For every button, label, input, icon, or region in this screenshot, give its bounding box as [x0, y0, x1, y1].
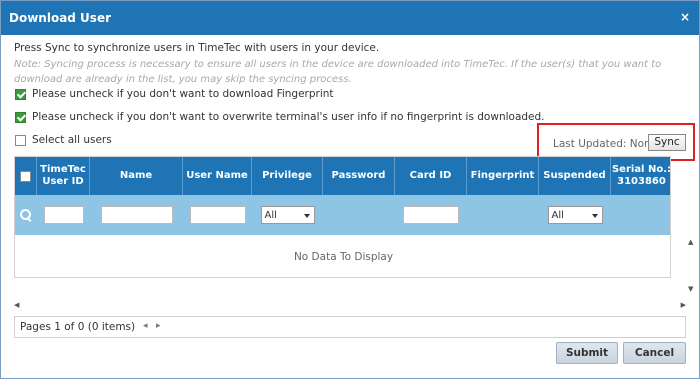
select-all-users-label: Select all users — [32, 134, 112, 146]
header-select-cell — [15, 157, 37, 195]
header-select-all-checkbox[interactable] — [20, 170, 31, 182]
download-fingerprint-checkbox[interactable] — [15, 89, 26, 100]
column-header-suspended[interactable]: Suspended — [539, 157, 611, 195]
pager-info: Pages 1 of 0 (0 items) — [20, 321, 136, 333]
close-icon[interactable]: × — [680, 10, 690, 24]
scroll-down-icon[interactable]: ▼ — [688, 285, 693, 293]
last-updated-text: Last Updated: None — [553, 138, 658, 150]
no-data-message: No Data To Display — [293, 251, 394, 263]
filter-privilege-select[interactable]: All — [260, 206, 315, 224]
chevron-down-icon — [591, 214, 598, 218]
filter-cell-user-name — [183, 195, 252, 235]
column-header-card-id[interactable]: Card ID — [395, 157, 467, 195]
horizontal-scrollbar[interactable]: ◀ ▶ — [14, 301, 686, 313]
column-header-serial-no[interactable]: Serial No.: 3103860 — [611, 157, 670, 195]
cancel-button[interactable]: Cancel — [623, 342, 686, 364]
download-user-dialog: Download User × Press Sync to synchroniz… — [0, 0, 700, 379]
sync-note: Note: Syncing process is necessary to en… — [14, 59, 662, 85]
grid-header-row: TimeTec User ID Name User Name Privilege… — [15, 157, 670, 195]
scroll-left-icon[interactable]: ◀ — [14, 301, 19, 309]
submit-button[interactable]: Submit — [556, 342, 618, 364]
filter-cell-suspended: All — [539, 195, 611, 235]
chevron-down-icon — [303, 214, 310, 218]
dialog-title: Download User — [9, 11, 111, 25]
filter-suspended-value: All — [551, 209, 564, 221]
select-all-users-checkbox[interactable] — [15, 135, 26, 146]
filter-user-name-input[interactable] — [189, 206, 246, 224]
column-header-privilege[interactable]: Privilege — [252, 157, 323, 195]
filter-cell-name — [90, 195, 183, 235]
scroll-right-icon[interactable]: ▶ — [681, 301, 686, 309]
filter-suspended-select[interactable]: All — [547, 206, 603, 224]
filter-search-cell — [15, 195, 37, 235]
filter-user-id-input[interactable] — [43, 206, 84, 224]
search-icon[interactable] — [20, 209, 32, 221]
column-header-password[interactable]: Password — [323, 157, 395, 195]
column-header-name[interactable]: Name — [90, 157, 183, 195]
dialog-titlebar: Download User × — [1, 1, 699, 35]
filter-privilege-value: All — [264, 209, 277, 221]
filter-cell-privilege: All — [252, 195, 323, 235]
filter-cell-card-id — [395, 195, 467, 235]
filter-name-input[interactable] — [100, 206, 173, 224]
pager-next-icon[interactable]: ▸ — [156, 321, 161, 331]
pager-prev-icon[interactable]: ◂ — [143, 321, 148, 331]
column-header-user-name[interactable]: User Name — [183, 157, 252, 195]
column-header-fingerprint[interactable]: Fingerprint — [467, 157, 539, 195]
overwrite-user-info-label: Please uncheck if you don't want to over… — [32, 111, 545, 123]
scroll-up-icon[interactable]: ▲ — [688, 238, 693, 246]
column-header-timetec-user-id[interactable]: TimeTec User ID — [37, 157, 90, 195]
overwrite-user-info-checkbox[interactable] — [15, 112, 26, 123]
filter-card-id-input[interactable] — [403, 206, 459, 224]
intro-text: Press Sync to synchronize users in TimeT… — [14, 42, 380, 54]
download-fingerprint-label: Please uncheck if you don't want to down… — [32, 88, 334, 100]
sync-button[interactable]: Sync — [648, 134, 686, 151]
pager: Pages 1 of 0 (0 items) ◂ ▸ — [14, 316, 686, 338]
users-grid: TimeTec User ID Name User Name Privilege… — [14, 156, 671, 278]
filter-cell-user-id — [37, 195, 90, 235]
grid-filter-row: All All — [15, 195, 670, 235]
